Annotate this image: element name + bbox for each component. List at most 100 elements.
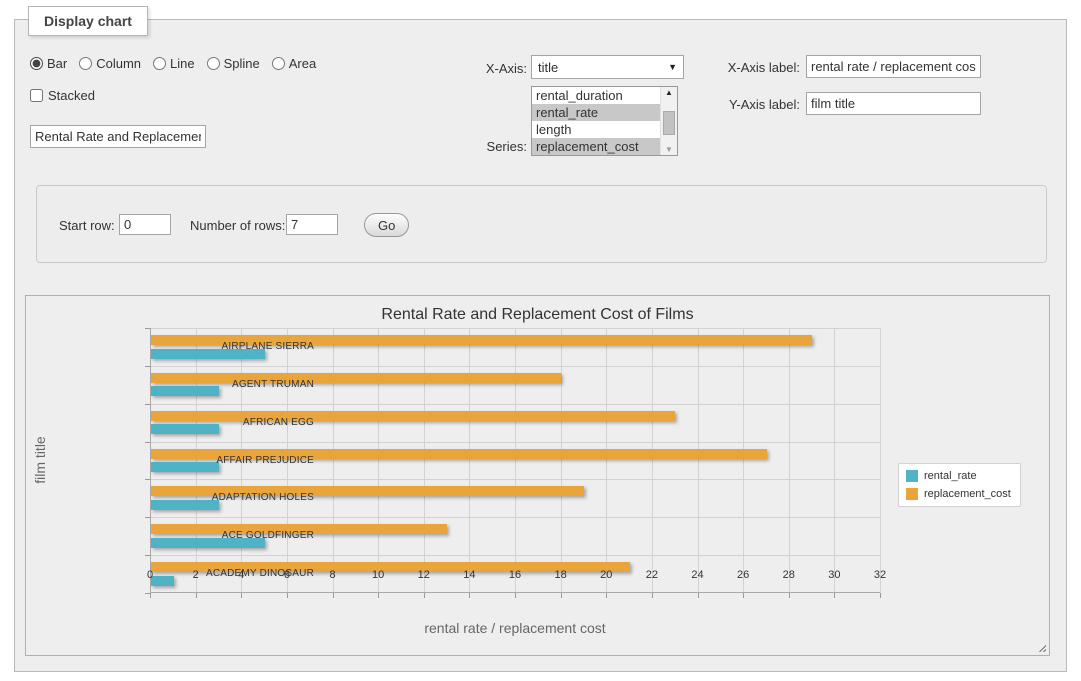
chart-type-option-area[interactable]: Area xyxy=(272,56,316,71)
y-axis-tick xyxy=(145,593,150,594)
gridline xyxy=(834,328,835,593)
chart-type-radio-area[interactable] xyxy=(272,57,285,70)
gridline xyxy=(150,555,880,556)
chart-type-radio-spline[interactable] xyxy=(207,57,220,70)
gridline xyxy=(150,404,880,405)
listbox-scrollbar[interactable]: ▲ ▼ xyxy=(660,87,677,155)
chart-type-option-spline[interactable]: Spline xyxy=(207,56,260,71)
gridline xyxy=(606,328,607,593)
y-axis-label-input[interactable] xyxy=(806,92,981,115)
gridline xyxy=(150,517,880,518)
go-button[interactable]: Go xyxy=(364,213,409,237)
series-option-length[interactable]: length xyxy=(532,121,662,138)
scrollbar-thumb[interactable] xyxy=(663,111,675,135)
x-axis-tick xyxy=(241,593,242,598)
chart-type-radio-bar[interactable] xyxy=(30,57,43,70)
dropdown-arrow-icon: ▼ xyxy=(668,62,677,72)
x-tick-label: 14 xyxy=(449,569,489,581)
gridline xyxy=(789,328,790,593)
x-tick-label: 0 xyxy=(130,569,170,581)
series-options: rental_durationrental_ratelengthreplacem… xyxy=(532,87,677,155)
chart-type-radio-column[interactable] xyxy=(79,57,92,70)
series-listbox-label: Series: xyxy=(445,139,527,154)
x-axis-tick xyxy=(834,593,835,598)
gridline xyxy=(515,328,516,593)
y-axis-line xyxy=(150,328,151,593)
stacked-label: Stacked xyxy=(48,88,95,103)
legend-swatch xyxy=(906,488,918,500)
x-axis-label-input[interactable] xyxy=(806,55,981,78)
gridline xyxy=(652,328,653,593)
chart-type-label: Area xyxy=(289,56,316,71)
gridline xyxy=(469,328,470,593)
x-axis-tick xyxy=(652,593,653,598)
x-axis-tick xyxy=(743,593,744,598)
series-option-replacement_cost[interactable]: replacement_cost xyxy=(532,138,662,155)
y-axis-label-label: Y-Axis label: xyxy=(708,97,800,112)
row-range-box: Start row: Number of rows: Go xyxy=(36,185,1047,263)
series-listbox[interactable]: rental_durationrental_ratelengthreplacem… xyxy=(531,86,678,156)
chart-legend: rental_rate replacement_cost xyxy=(898,463,1021,507)
x-axis-tick xyxy=(196,593,197,598)
x-axis-tick xyxy=(287,593,288,598)
x-tick-label: 16 xyxy=(495,569,535,581)
legend-item-rental_rate[interactable]: rental_rate xyxy=(906,470,1011,482)
gridline xyxy=(880,328,881,593)
stacked-option[interactable]: Stacked xyxy=(30,88,95,103)
chart-type-label: Column xyxy=(96,56,141,71)
x-tick-label: 30 xyxy=(814,569,854,581)
start-row-input[interactable] xyxy=(119,214,171,235)
panel-title: Display chart xyxy=(28,6,148,36)
x-tick-label: 24 xyxy=(678,569,718,581)
legend-label: replacement_cost xyxy=(924,488,1011,500)
x-axis-line xyxy=(150,592,880,593)
gridline xyxy=(378,328,379,593)
x-axis-tick xyxy=(698,593,699,598)
gridline xyxy=(333,328,334,593)
x-axis-tick xyxy=(333,593,334,598)
chart-type-option-line[interactable]: Line xyxy=(153,56,195,71)
x-tick-label: 22 xyxy=(632,569,672,581)
chart-type-option-column[interactable]: Column xyxy=(79,56,141,71)
scroll-up-icon[interactable]: ▲ xyxy=(661,88,677,97)
start-row-label: Start row: xyxy=(59,218,115,233)
category-label: AFRICAN EGG xyxy=(194,417,314,428)
x-axis-tick xyxy=(789,593,790,598)
stacked-checkbox[interactable] xyxy=(30,89,43,102)
x-axis-tick xyxy=(561,593,562,598)
x-tick-label: 10 xyxy=(358,569,398,581)
resize-grip[interactable] xyxy=(1036,642,1046,652)
chart-title: Rental Rate and Replacement Cost of Film… xyxy=(26,306,1049,324)
legend-item-replacement_cost[interactable]: replacement_cost xyxy=(906,488,1011,500)
y-axis-title: film title xyxy=(32,436,48,483)
scroll-down-icon[interactable]: ▼ xyxy=(661,145,677,154)
x-tick-label: 32 xyxy=(860,569,900,581)
x-axis-select[interactable]: title ▼ xyxy=(531,55,684,79)
chart-title-input[interactable] xyxy=(30,125,206,148)
x-tick-label: 28 xyxy=(769,569,809,581)
number-of-rows-input[interactable] xyxy=(286,214,338,235)
x-axis-label-label: X-Axis label: xyxy=(708,60,800,75)
series-option-rental_duration[interactable]: rental_duration xyxy=(532,87,662,104)
legend-label: rental_rate xyxy=(924,470,977,482)
chart-type-label: Line xyxy=(170,56,195,71)
chart-container: Rental Rate and Replacement Cost of Film… xyxy=(25,295,1050,656)
chart-type-option-bar[interactable]: Bar xyxy=(30,56,67,71)
gridline xyxy=(424,328,425,593)
category-label: ACADEMY DINOSAUR xyxy=(194,568,314,579)
series-option-rental_rate[interactable]: rental_rate xyxy=(532,104,662,121)
gridline xyxy=(698,328,699,593)
x-axis-tick xyxy=(515,593,516,598)
x-axis-tick xyxy=(150,593,151,598)
gridline xyxy=(150,328,880,329)
gridline xyxy=(150,442,880,443)
number-of-rows-label: Number of rows: xyxy=(190,218,285,233)
x-axis-title: rental rate / replacement cost xyxy=(150,620,880,636)
gridline xyxy=(150,366,880,367)
chart-type-radio-group: Bar Column Line Spline Area xyxy=(30,56,324,71)
x-tick-label: 8 xyxy=(313,569,353,581)
chart-type-radio-line[interactable] xyxy=(153,57,166,70)
gridline xyxy=(561,328,562,593)
x-axis-select-label: X-Axis: xyxy=(445,61,527,76)
category-label: AIRPLANE SIERRA xyxy=(194,341,314,352)
